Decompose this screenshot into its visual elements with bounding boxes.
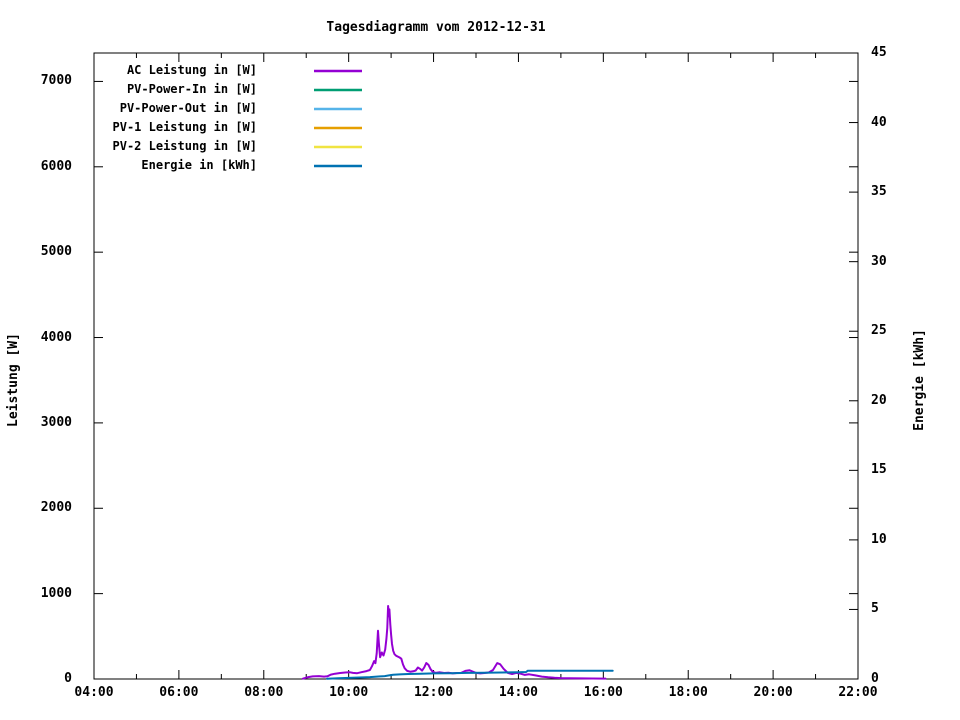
x-tick-label: 20:00 — [753, 685, 793, 700]
y-right-tick-label: 5 — [871, 601, 879, 617]
y-right-tick-label: 45 — [871, 45, 887, 60]
y-right-tick-label: 10 — [871, 531, 887, 547]
x-tick-label: 06:00 — [159, 685, 199, 700]
x-tick-label: 04:00 — [74, 685, 114, 700]
y-left-tick-label: 0 — [64, 671, 72, 686]
y-right-tick-label: 20 — [871, 392, 887, 408]
legend-item-label: PV-2 Leistung in [W] — [112, 139, 258, 153]
x-tick-label: 14:00 — [498, 685, 538, 700]
chart-canvas: Tagesdiagramm vom 2012-12-31 Leistung [W… — [0, 0, 960, 720]
series-line-ac-leistung-in-w — [301, 605, 607, 680]
legend-item-label: AC Leistung in [W] — [126, 63, 257, 77]
x-tick-label: 16:00 — [583, 685, 623, 700]
legend-item-label: PV-Power-In in [W] — [126, 82, 257, 96]
y-right-tick-label: 35 — [871, 184, 887, 200]
x-tick-label: 08:00 — [244, 685, 284, 700]
y-left-tick-label: 3000 — [40, 414, 72, 430]
y-left-tick-label: 1000 — [40, 585, 72, 601]
series-lines — [301, 605, 614, 680]
y-right-tick-label: 30 — [871, 253, 887, 269]
y-left-tick-label: 2000 — [40, 500, 72, 516]
y-left-tick-label: 5000 — [40, 244, 72, 260]
legend-item-label: Energie in [kWh] — [141, 158, 257, 172]
y-right-tick-label: 40 — [871, 114, 887, 130]
x-tick-label: 18:00 — [668, 685, 708, 700]
legend-line-samples — [314, 69, 362, 168]
x-tick-label: 12:00 — [413, 685, 454, 700]
y-right-tick-label: 15 — [871, 462, 887, 478]
y-right-tick-label: 0 — [871, 671, 879, 686]
y-right-tick-label: 25 — [871, 323, 887, 339]
legend-item-label: PV-Power-Out in [W] — [119, 101, 257, 115]
y-left-tick-label: 4000 — [40, 329, 72, 345]
x-tick-label: 22:00 — [838, 685, 878, 700]
x-tick-label: 10:00 — [329, 685, 369, 700]
legend-item-label: PV-1 Leistung in [W] — [112, 120, 258, 134]
